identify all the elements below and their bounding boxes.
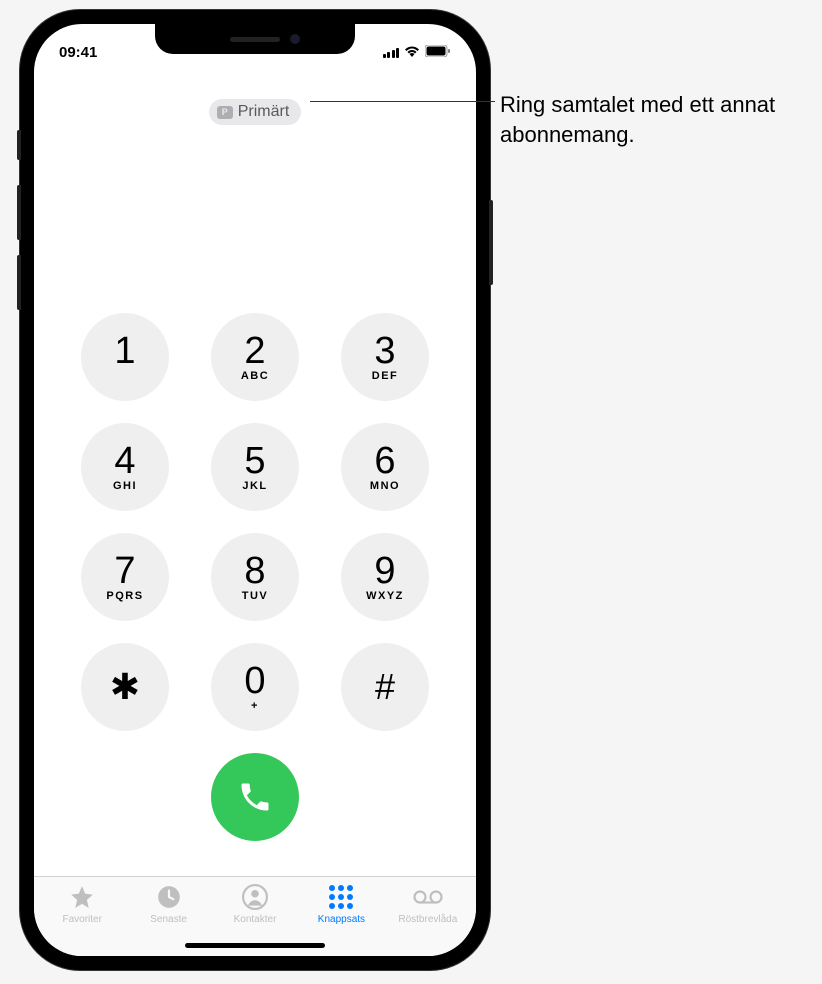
tab-label: Favoriter bbox=[62, 914, 101, 925]
key-8[interactable]: 8 TUV bbox=[211, 533, 299, 621]
key-digit: ✱ bbox=[110, 669, 140, 705]
key-letters: WXYZ bbox=[366, 590, 404, 602]
front-camera bbox=[290, 34, 300, 44]
side-button bbox=[17, 185, 21, 240]
key-digit: 7 bbox=[114, 552, 135, 590]
key-digit: 1 bbox=[114, 332, 135, 370]
screen: 09:41 P Primärt 1 bbox=[34, 24, 476, 956]
key-letters: + bbox=[251, 700, 259, 712]
key-letters: TUV bbox=[242, 590, 269, 602]
cellular-signal-icon bbox=[383, 48, 400, 58]
key-digit: # bbox=[375, 669, 395, 705]
person-circle-icon bbox=[242, 883, 268, 911]
tab-label: Knappsats bbox=[318, 914, 365, 925]
call-button[interactable] bbox=[211, 753, 299, 841]
app-content: P Primärt 1 2 ABC 3 DEF bbox=[34, 69, 476, 956]
key-3[interactable]: 3 DEF bbox=[341, 313, 429, 401]
key-digit: 3 bbox=[374, 332, 395, 370]
key-digit: 4 bbox=[114, 442, 135, 480]
key-4[interactable]: 4 GHI bbox=[81, 423, 169, 511]
keypad-icon bbox=[329, 883, 353, 911]
tab-voicemail[interactable]: Röstbrevlåda bbox=[385, 883, 471, 956]
key-letters: JKL bbox=[242, 480, 267, 492]
key-9[interactable]: 9 WXYZ bbox=[341, 533, 429, 621]
key-1[interactable]: 1 bbox=[81, 313, 169, 401]
key-letters: ABC bbox=[241, 370, 269, 382]
sim-label: Primärt bbox=[238, 103, 290, 121]
callout-leader-line bbox=[310, 101, 495, 102]
key-digit: 8 bbox=[244, 552, 265, 590]
side-button bbox=[489, 200, 493, 285]
speaker bbox=[230, 37, 280, 42]
notch bbox=[155, 24, 355, 54]
sim-badge-icon: P bbox=[217, 106, 233, 119]
keypad: 1 2 ABC 3 DEF 4 GHI bbox=[74, 313, 436, 731]
key-digit: 9 bbox=[374, 552, 395, 590]
voicemail-icon bbox=[413, 883, 443, 911]
key-digit: 5 bbox=[244, 442, 265, 480]
sim-selector-pill[interactable]: P Primärt bbox=[209, 99, 302, 125]
side-button bbox=[17, 130, 21, 160]
key-letters: MNO bbox=[370, 480, 400, 492]
tab-label: Kontakter bbox=[234, 914, 277, 925]
callout-text: Ring samtalet med ett annat abonnemang. bbox=[500, 90, 800, 149]
keypad-area: 1 2 ABC 3 DEF 4 GHI bbox=[34, 125, 476, 876]
tab-favorites[interactable]: Favoriter bbox=[39, 883, 125, 956]
battery-icon bbox=[425, 44, 451, 61]
key-letters: GHI bbox=[113, 480, 137, 492]
key-0[interactable]: 0 + bbox=[211, 643, 299, 731]
key-digit: 0 bbox=[244, 662, 265, 700]
key-star[interactable]: ✱ bbox=[81, 643, 169, 731]
tab-label: Senaste bbox=[150, 914, 187, 925]
key-7[interactable]: 7 PQRS bbox=[81, 533, 169, 621]
key-5[interactable]: 5 JKL bbox=[211, 423, 299, 511]
key-letters: PQRS bbox=[106, 590, 143, 602]
wifi-icon bbox=[404, 44, 420, 61]
star-icon bbox=[69, 883, 95, 911]
side-button bbox=[17, 255, 21, 310]
home-indicator[interactable] bbox=[185, 943, 325, 948]
call-row bbox=[74, 753, 436, 841]
status-time: 09:41 bbox=[59, 44, 119, 61]
status-indicators bbox=[383, 44, 452, 61]
phone-icon bbox=[237, 779, 273, 815]
clock-icon bbox=[156, 883, 182, 911]
key-digit: 6 bbox=[374, 442, 395, 480]
key-2[interactable]: 2 ABC bbox=[211, 313, 299, 401]
tab-label: Röstbrevlåda bbox=[398, 914, 457, 925]
key-6[interactable]: 6 MNO bbox=[341, 423, 429, 511]
key-letters: DEF bbox=[372, 370, 399, 382]
key-hash[interactable]: # bbox=[341, 643, 429, 731]
phone-frame: 09:41 P Primärt 1 bbox=[20, 10, 490, 970]
key-digit: 2 bbox=[244, 332, 265, 370]
